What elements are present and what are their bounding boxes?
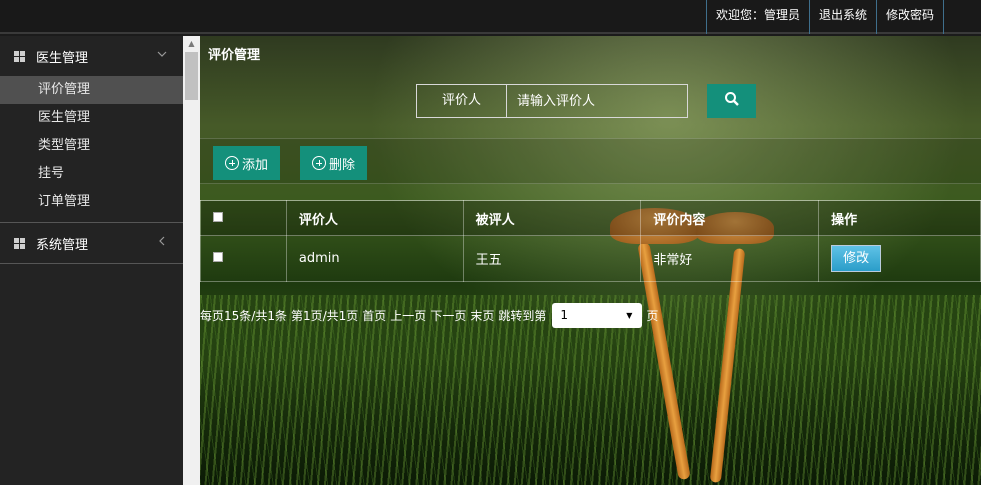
change-password-link[interactable]: 修改密码 xyxy=(875,0,944,34)
scroll-thumb[interactable] xyxy=(185,52,198,100)
pager-last-link[interactable]: 末页 xyxy=(470,307,494,324)
table-header-row: 评价人 被评人 评价内容 操作 xyxy=(200,200,981,236)
grid-icon xyxy=(14,50,26,62)
table-row: admin 王五 非常好 修改 xyxy=(200,235,981,282)
action-bar: 添加 删除 xyxy=(200,138,981,184)
cell-content: 非常好 xyxy=(640,235,820,282)
pager-first-link[interactable]: 首页 xyxy=(362,307,386,324)
page-jump-value: 1 xyxy=(560,307,568,322)
cell-reviewer: admin xyxy=(285,235,464,282)
sidebar-item-orders[interactable]: 订单管理 xyxy=(0,188,183,216)
scroll-up-arrow-icon[interactable]: ▲ xyxy=(183,36,200,51)
sidebar-item-types[interactable]: 类型管理 xyxy=(0,132,183,160)
top-links: 欢迎您：管理员 退出系统 修改密码 xyxy=(705,0,944,34)
header-content: 评价内容 xyxy=(640,200,820,236)
sidebar-scrollbar[interactable]: ▲ xyxy=(183,36,200,485)
page-title: 评价管理 xyxy=(208,48,261,63)
select-all-checkbox[interactable] xyxy=(213,211,223,222)
pager-jump-suffix: 页 xyxy=(646,308,659,323)
welcome-user-link[interactable]: 欢迎您：管理员 xyxy=(705,0,809,34)
search-box: 评价人 xyxy=(416,84,688,118)
select-all-cell xyxy=(200,200,287,236)
pager-jump-prefix: 跳转到第 xyxy=(498,308,547,323)
search-input[interactable] xyxy=(507,85,687,117)
add-button-label: 添加 xyxy=(242,157,269,173)
search-icon xyxy=(724,91,740,111)
row-checkbox[interactable] xyxy=(213,252,223,262)
sidebar: 医生管理 评价管理 医生管理 类型管理 挂号 订单管理 系统管理 xyxy=(0,36,183,485)
chevron-down-icon xyxy=(157,48,167,62)
header-actions: 操作 xyxy=(818,200,981,236)
row-select-cell xyxy=(200,235,287,282)
edit-button[interactable]: 修改 xyxy=(831,245,882,272)
menu-group-doctor: 医生管理 评价管理 医生管理 类型管理 挂号 订单管理 xyxy=(0,36,183,223)
pager-per-page: 每页15条/共1条 xyxy=(200,308,287,323)
menu-head-system-management[interactable]: 系统管理 xyxy=(0,223,183,263)
pager-next-link[interactable]: 下一页 xyxy=(430,307,466,324)
top-bar: 欢迎您：管理员 退出系统 修改密码 xyxy=(0,0,981,34)
pagination: 每页15条/共1条 第1页/共1页 首页 上一页 下一页 末页 跳转到第 1 ▼… xyxy=(200,302,662,328)
search-label: 评价人 xyxy=(417,85,507,117)
add-button[interactable]: 添加 xyxy=(213,146,281,180)
pager-page-of: 第1页/共1页 xyxy=(290,308,359,323)
delete-button[interactable]: 删除 xyxy=(300,146,368,180)
chevron-left-icon xyxy=(157,235,167,249)
sidebar-item-registration[interactable]: 挂号 xyxy=(0,160,183,188)
menu-head-label: 医生管理 xyxy=(36,50,89,66)
sidebar-item-reviews[interactable]: 评价管理 xyxy=(0,76,183,104)
plus-circle-icon xyxy=(312,156,326,170)
caret-down-icon: ▼ xyxy=(626,310,633,320)
search-button[interactable] xyxy=(707,84,756,118)
menu-items: 评价管理 医生管理 类型管理 挂号 订单管理 xyxy=(0,76,183,222)
reviews-table: 评价人 被评人 评价内容 操作 admin 王五 非常好 修改 xyxy=(200,200,981,282)
page-jump-select[interactable]: 1 ▼ xyxy=(552,302,643,328)
header-reviewer: 评价人 xyxy=(285,200,464,236)
plus-circle-icon xyxy=(225,156,239,170)
menu-head-label: 系统管理 xyxy=(36,237,89,253)
pager-prev-link[interactable]: 上一页 xyxy=(390,307,426,324)
menu-head-doctor-management[interactable]: 医生管理 xyxy=(0,36,183,76)
header-reviewee: 被评人 xyxy=(462,200,642,236)
delete-button-label: 删除 xyxy=(329,157,356,173)
cell-reviewee: 王五 xyxy=(462,235,642,282)
menu-group-system: 系统管理 xyxy=(0,223,183,264)
logout-link[interactable]: 退出系统 xyxy=(808,0,876,34)
cell-actions: 修改 xyxy=(818,235,981,282)
main-content: 评价管理 评价人 添加 删除 评价人 被评人 评价内容 操作 xyxy=(200,36,981,485)
sidebar-item-doctors[interactable]: 医生管理 xyxy=(0,104,183,132)
grid-icon xyxy=(14,237,26,249)
